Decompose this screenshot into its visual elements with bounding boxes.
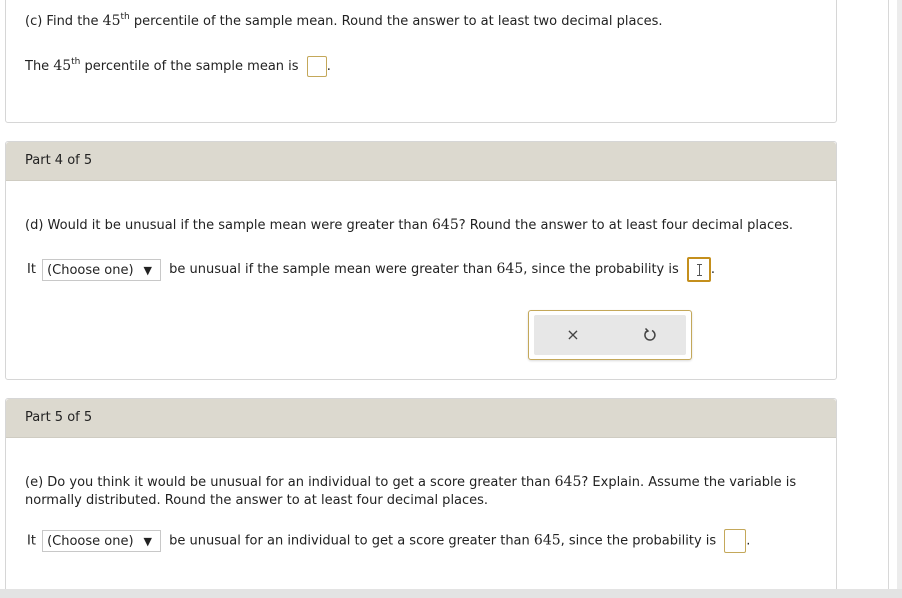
part5-question-line2: normally distributed. Round the answer t… <box>25 493 489 508</box>
part5-answer-line: It (Choose one) ▼ be unusual for an indiv… <box>27 529 750 553</box>
part3-card: (c) Find the 45th percentile of the samp… <box>5 0 837 123</box>
part3-answer-line: The 45th percentile of the sample mean i… <box>25 56 331 77</box>
percentile-answer-input[interactable] <box>306 56 327 77</box>
part4-card: Part 4 of 5 (d) Would it be unusual if t… <box>5 141 837 380</box>
undo-button[interactable] <box>640 325 660 345</box>
part4-header: Part 4 of 5 <box>6 142 836 181</box>
part5-header: Part 5 of 5 <box>6 399 836 438</box>
dropdown-caret-icon: ▼ <box>143 263 153 277</box>
part3-question: (c) Find the 45th percentile of the samp… <box>25 11 663 29</box>
bottom-scroll-edge <box>0 589 902 598</box>
close-icon: × <box>566 325 580 344</box>
clear-button[interactable]: × <box>563 325 583 345</box>
text-cursor-icon <box>696 264 702 276</box>
part5-choose-select[interactable]: (Choose one) ▼ <box>42 530 162 552</box>
part4-question: (d) Would it be unusual if the sample me… <box>25 217 794 233</box>
dropdown-caret-icon: ▼ <box>143 535 153 548</box>
part4-answer-line: It (Choose one) ▼ be unusual if the sampl… <box>27 257 715 282</box>
part5-question-line1: (e) Do you think it would be unusual for… <box>25 474 797 490</box>
probability-answer-input[interactable] <box>686 257 711 282</box>
answer-tools-bar: × <box>534 315 686 355</box>
undo-icon <box>644 327 656 341</box>
page-divider <box>888 0 889 598</box>
part4-choose-select[interactable]: (Choose one) ▼ <box>42 258 162 281</box>
scrollbar-track[interactable] <box>897 0 902 598</box>
part5-card: Part 5 of 5 (e) Do you think it would be… <box>5 398 837 598</box>
answer-tools-panel: × <box>528 310 692 360</box>
individual-probability-input[interactable] <box>724 529 747 553</box>
